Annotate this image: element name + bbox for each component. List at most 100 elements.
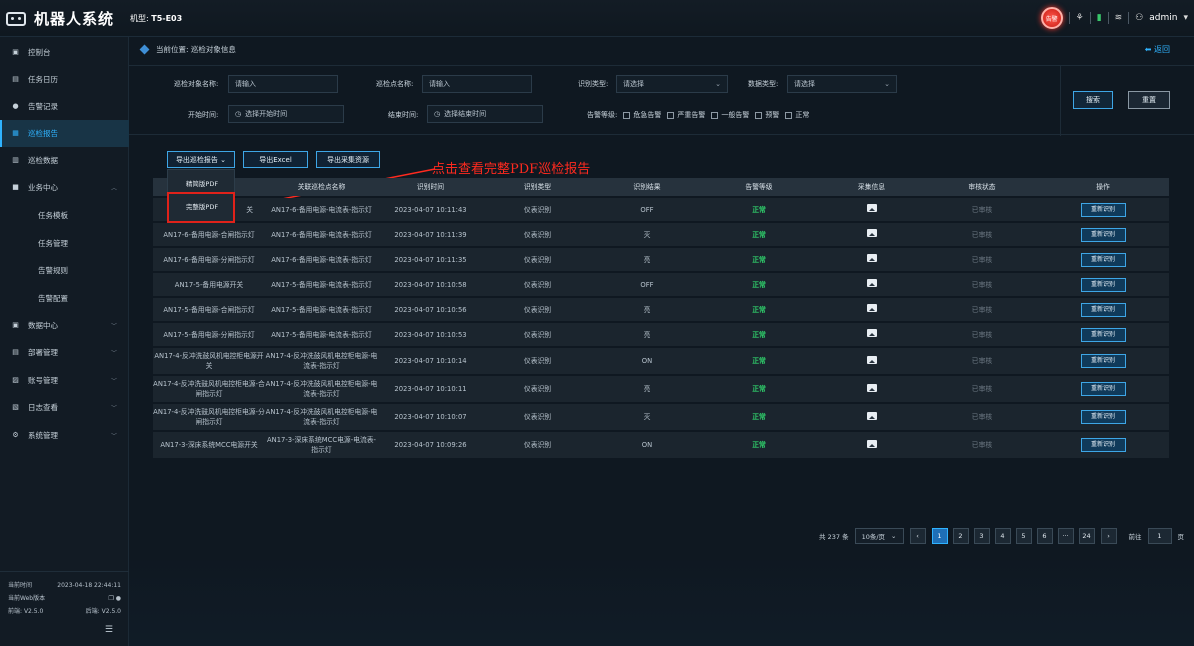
level-cell: 正常 [752, 330, 766, 339]
time-cell: 2023-04-07 10:10:56 [394, 305, 467, 314]
sidebar-item-task-management[interactable]: 任务管理 [0, 230, 129, 257]
page-button[interactable]: 1 [931, 528, 948, 544]
re-recognize-button[interactable]: 重新识别 [1080, 354, 1126, 368]
wifi-icon[interactable]: ≋ [1115, 13, 1123, 23]
re-recognize-button[interactable]: 重新识别 [1080, 302, 1126, 317]
sidebar-item-label: 任务日历 [28, 75, 58, 84]
page-button[interactable]: 24 [1078, 528, 1095, 544]
re-recognize-button[interactable]: 重新识别 [1080, 227, 1126, 242]
page-button[interactable]: 5 [1015, 528, 1032, 544]
col-time: 识别时间 [416, 183, 445, 191]
sidebar-item-task-template[interactable]: 任务模板 [0, 202, 129, 229]
checkbox[interactable] [623, 111, 631, 119]
sidebar-item-data-center[interactable]: ▣ 数据中心 ﹀ [0, 312, 129, 339]
current-time-label: 当前时间 [8, 582, 33, 589]
sidebar-item-alarm-rules[interactable]: 告警规则 [0, 257, 129, 284]
level-cell: 正常 [752, 413, 766, 421]
action-cell: 重新识别 [1037, 410, 1169, 424]
next-page-button[interactable]: › [1100, 528, 1117, 544]
user-name[interactable]: admin [1149, 13, 1177, 23]
action-cell: 重新识别 [1037, 302, 1169, 317]
recog-type-select[interactable]: 请选择 ⌄ [616, 75, 728, 93]
page-button[interactable]: 3 [973, 528, 990, 544]
search-button[interactable]: 搜索 [1073, 91, 1113, 109]
logo: 机器人系统 [6, 8, 114, 29]
calendar-icon: ▤ [12, 75, 19, 83]
sidebar-item-inspection-data[interactable]: ▥ 巡检数据 [0, 147, 129, 174]
obj-name-input[interactable]: 请输入 [228, 75, 338, 93]
action-cell: 重新识别 [1037, 438, 1169, 452]
broom-icon[interactable]: ⚘ [1076, 13, 1084, 23]
status-cell: 已审核 [971, 280, 993, 289]
image-icon[interactable] [866, 329, 877, 337]
re-recognize-button[interactable]: 重新识别 [1080, 438, 1126, 452]
image-icon[interactable] [866, 279, 877, 287]
page-size-select[interactable]: 10条/页 ⌄ [854, 528, 904, 544]
image-icon[interactable] [866, 439, 877, 448]
page-button[interactable]: 2 [952, 528, 969, 544]
re-recognize-button[interactable]: 重新识别 [1080, 252, 1126, 267]
image-icon[interactable] [866, 254, 877, 262]
page-button[interactable]: 4 [994, 528, 1011, 544]
sidebar-item-deploy-management[interactable]: ▤ 部署管理 ﹀ [0, 339, 129, 366]
point-name-input[interactable]: 请输入 [422, 75, 532, 93]
sidebar-item-label: 告警记录 [28, 102, 58, 111]
menu-toggle-icon[interactable]: ☰ [105, 624, 113, 637]
re-recognize-button[interactable]: 重新识别 [1080, 410, 1126, 424]
point-name-label: 巡检点名称: [376, 80, 414, 88]
re-recognize-button[interactable]: 重新识别 [1080, 277, 1126, 292]
data-type-select[interactable]: 请选择 ⌄ [787, 75, 897, 93]
image-icon[interactable] [866, 204, 877, 212]
chevron-down-icon: ﹀ [110, 378, 117, 385]
battery-icon[interactable]: ▮ [1097, 13, 1102, 23]
checkbox[interactable] [785, 111, 793, 119]
alarm-indicator-icon[interactable]: 告警 [1040, 7, 1063, 29]
prev-page-button[interactable]: ‹ [909, 528, 926, 544]
image-icon[interactable] [866, 355, 877, 364]
sidebar-item-system-management[interactable]: ⚙ 系统管理 ﹀ [0, 422, 129, 449]
user-icon[interactable]: ⚇ [1135, 13, 1143, 23]
checkbox[interactable] [755, 111, 763, 119]
image-icon[interactable] [866, 229, 877, 237]
re-recognize-button[interactable]: 重新识别 [1080, 327, 1126, 342]
page-button[interactable]: ··· [1057, 528, 1074, 544]
sidebar-item-alarm-records[interactable]: ● 告警记录 [0, 93, 129, 120]
back-button[interactable]: ⬅ 返回 [1145, 44, 1170, 55]
checkbox[interactable] [667, 111, 675, 119]
start-time-picker[interactable]: ◷ 选择开始时间 [228, 105, 344, 123]
sidebar-item-inspection-report[interactable]: ▦ 巡检报告 [0, 120, 129, 147]
image-icon[interactable] [866, 304, 877, 312]
table-row: AN17-6-备用电源-分闸指示灯 AN17-6-备用电源-电流表-指示灯 2023… [153, 248, 1169, 271]
sidebar-item-console[interactable]: ▣ 控制台 [0, 39, 129, 66]
end-time-picker[interactable]: ◷ 选择结束时间 [427, 105, 543, 123]
export-report-dropdown[interactable]: 导出巡检报告 ⌄ [167, 151, 235, 168]
col-action: 操作 [1096, 183, 1110, 191]
result-cell: 亮 [643, 385, 651, 393]
image-icon[interactable] [866, 383, 877, 392]
action-cell: 重新识别 [1037, 354, 1169, 368]
menu-item-simple-pdf[interactable]: 精简版PDF [168, 178, 236, 188]
sidebar-item-business-center[interactable]: ■ 业务中心 ︿ [0, 174, 129, 201]
sidebar-item-alarm-config[interactable]: 告警配置 [0, 285, 129, 312]
export-report-label: 导出巡检报告 [175, 155, 218, 164]
caret-down-icon[interactable]: ▾ [1183, 13, 1188, 23]
type-cell: 仪表识别 [523, 255, 552, 264]
checkbox[interactable] [711, 111, 719, 119]
level-severe: 严重告警 [677, 111, 706, 119]
page-button[interactable]: 6 [1036, 528, 1053, 544]
re-recognize-button[interactable]: 重新识别 [1080, 202, 1126, 217]
back-version-label: 后端: [85, 608, 100, 615]
deploy-icon: ▤ [12, 348, 19, 356]
sidebar-item-log-view[interactable]: ▧ 日志查看 ﹀ [0, 394, 129, 421]
app-title: 机器人系统 [34, 10, 115, 28]
copy-icon[interactable]: ❐ ● [108, 592, 121, 605]
goto-page-input[interactable]: 1 [1147, 528, 1172, 544]
reset-button[interactable]: 重置 [1128, 91, 1170, 109]
point-cell: AN17-4-反冲洗鼓风机电控柜电源-电流表-指示灯 [265, 408, 378, 426]
table-row: AN17-4-反冲洗鼓风机电控柜电源-合闸指示灯 AN17-4-反冲洗鼓风机电控柜… [153, 376, 1169, 402]
sidebar-item-account-management[interactable]: ▨ 账号管理 ﹀ [0, 367, 129, 394]
image-icon[interactable] [866, 411, 877, 420]
sidebar-item-task-calendar[interactable]: ▤ 任务日历 [0, 66, 129, 93]
type-cell: 仪表识别 [523, 280, 552, 289]
re-recognize-button[interactable]: 重新识别 [1080, 382, 1126, 396]
